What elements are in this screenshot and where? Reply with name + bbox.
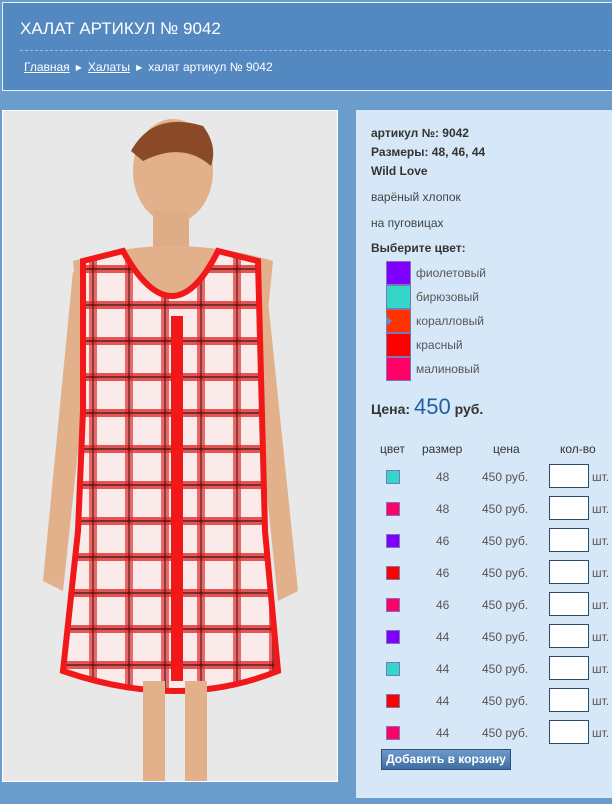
color-swatch-label[interactable]: фиолетовый [416, 266, 486, 280]
row-color-swatch [386, 630, 400, 644]
row-price: 450 руб. [482, 566, 529, 580]
article-number: артикул №: 9042 [371, 126, 469, 140]
row-size: 48 [436, 470, 450, 484]
row-price: 450 руб. [482, 534, 529, 548]
quantity-input[interactable] [549, 464, 589, 488]
table-row: 48 450 руб. шт. [356, 496, 612, 521]
quantity-input[interactable] [549, 624, 589, 648]
row-unit: шт. [592, 502, 610, 516]
quantity-input[interactable] [549, 656, 589, 680]
table-row: 48 450 руб. шт. [356, 464, 612, 489]
table-row: 44 450 руб. шт. [356, 688, 612, 713]
quantity-input[interactable] [549, 528, 589, 552]
color-swatch-label[interactable]: малиновый [416, 362, 480, 376]
row-color-swatch [386, 502, 400, 516]
row-color-swatch [386, 726, 400, 740]
quantity-input[interactable] [549, 688, 589, 712]
color-swatch-option[interactable] [386, 261, 411, 285]
page-header: ХАЛАТ АРТИКУЛ № 9042 Главная ▶ Халаты ▶ … [2, 2, 612, 91]
row-size: 48 [436, 502, 450, 516]
quantity-input[interactable] [549, 560, 589, 584]
selected-pointer-icon [386, 316, 392, 326]
col-header-color: цвет [380, 442, 405, 456]
page-title: ХАЛАТ АРТИКУЛ № 9042 [20, 19, 221, 38]
sizes: Размеры: 48, 46, 44 [371, 145, 486, 159]
row-color-swatch [386, 598, 400, 612]
choose-color-label: Выберите цвет: [371, 241, 466, 255]
fastening: на пуговицах [371, 216, 444, 230]
color-swatch-option[interactable] [386, 357, 411, 381]
color-swatch-label[interactable]: коралловый [416, 314, 484, 328]
row-unit: шт. [592, 726, 610, 740]
table-row: 46 450 руб. шт. [356, 592, 612, 617]
quantity-input[interactable] [549, 592, 589, 616]
breadcrumb-home[interactable]: Главная [24, 60, 70, 74]
row-color-swatch [386, 694, 400, 708]
price: Цена: 450 руб. [371, 394, 483, 420]
row-unit: шт. [592, 566, 610, 580]
row-color-swatch [386, 566, 400, 580]
quantity-input[interactable] [549, 720, 589, 744]
color-swatch-label[interactable]: бирюзовый [416, 290, 479, 304]
row-size: 44 [436, 662, 450, 676]
brand: Wild Love [371, 164, 428, 178]
table-row: 44 450 руб. шт. [356, 624, 612, 649]
col-header-size: размер [422, 442, 463, 456]
material: варёный хлопок [371, 190, 461, 204]
price-label: Цена: [371, 401, 411, 417]
row-size: 46 [436, 566, 450, 580]
row-unit: шт. [592, 662, 610, 676]
row-color-swatch [386, 534, 400, 548]
row-unit: шт. [592, 694, 610, 708]
row-unit: шт. [592, 534, 610, 548]
row-unit: шт. [592, 598, 610, 612]
color-swatch-option[interactable] [386, 333, 411, 357]
row-price: 450 руб. [482, 470, 529, 484]
row-price: 450 руб. [482, 662, 529, 676]
row-unit: шт. [592, 630, 610, 644]
row-price: 450 руб. [482, 502, 529, 516]
arrow-right-icon: ▶ [75, 62, 82, 72]
breadcrumb-current: халат артикул № 9042 [148, 60, 273, 74]
row-size: 44 [436, 694, 450, 708]
mannequin-dress-image [3, 111, 337, 781]
row-price: 450 руб. [482, 694, 529, 708]
breadcrumb: Главная ▶ Халаты ▶ халат артикул № 9042 [24, 60, 273, 74]
price-value: 450 [413, 394, 451, 419]
row-size: 44 [436, 630, 450, 644]
color-swatch-option[interactable] [386, 285, 411, 309]
quantity-input[interactable] [549, 496, 589, 520]
divider [20, 50, 612, 51]
row-price: 450 руб. [482, 598, 529, 612]
arrow-right-icon: ▶ [136, 62, 143, 72]
row-color-swatch [386, 662, 400, 676]
row-price: 450 руб. [482, 726, 529, 740]
add-to-cart-button[interactable]: Добавить в корзину [381, 749, 511, 770]
row-size: 46 [436, 598, 450, 612]
row-size: 46 [436, 534, 450, 548]
color-swatch-label[interactable]: красный [416, 338, 463, 352]
price-currency: руб. [454, 401, 484, 417]
row-unit: шт. [592, 470, 610, 484]
breadcrumb-category[interactable]: Халаты [88, 60, 130, 74]
table-row: 44 450 руб. шт. [356, 720, 612, 745]
table-row: 46 450 руб. шт. [356, 560, 612, 585]
col-header-qty: кол-во [560, 442, 596, 456]
col-header-price: цена [493, 442, 520, 456]
row-price: 450 руб. [482, 630, 529, 644]
row-size: 44 [436, 726, 450, 740]
product-photo[interactable] [2, 110, 338, 782]
product-info-panel: артикул №: 9042 Размеры: 48, 46, 44 Wild… [356, 110, 612, 798]
row-color-swatch [386, 470, 400, 484]
table-row: 44 450 руб. шт. [356, 656, 612, 681]
table-row: 46 450 руб. шт. [356, 528, 612, 553]
